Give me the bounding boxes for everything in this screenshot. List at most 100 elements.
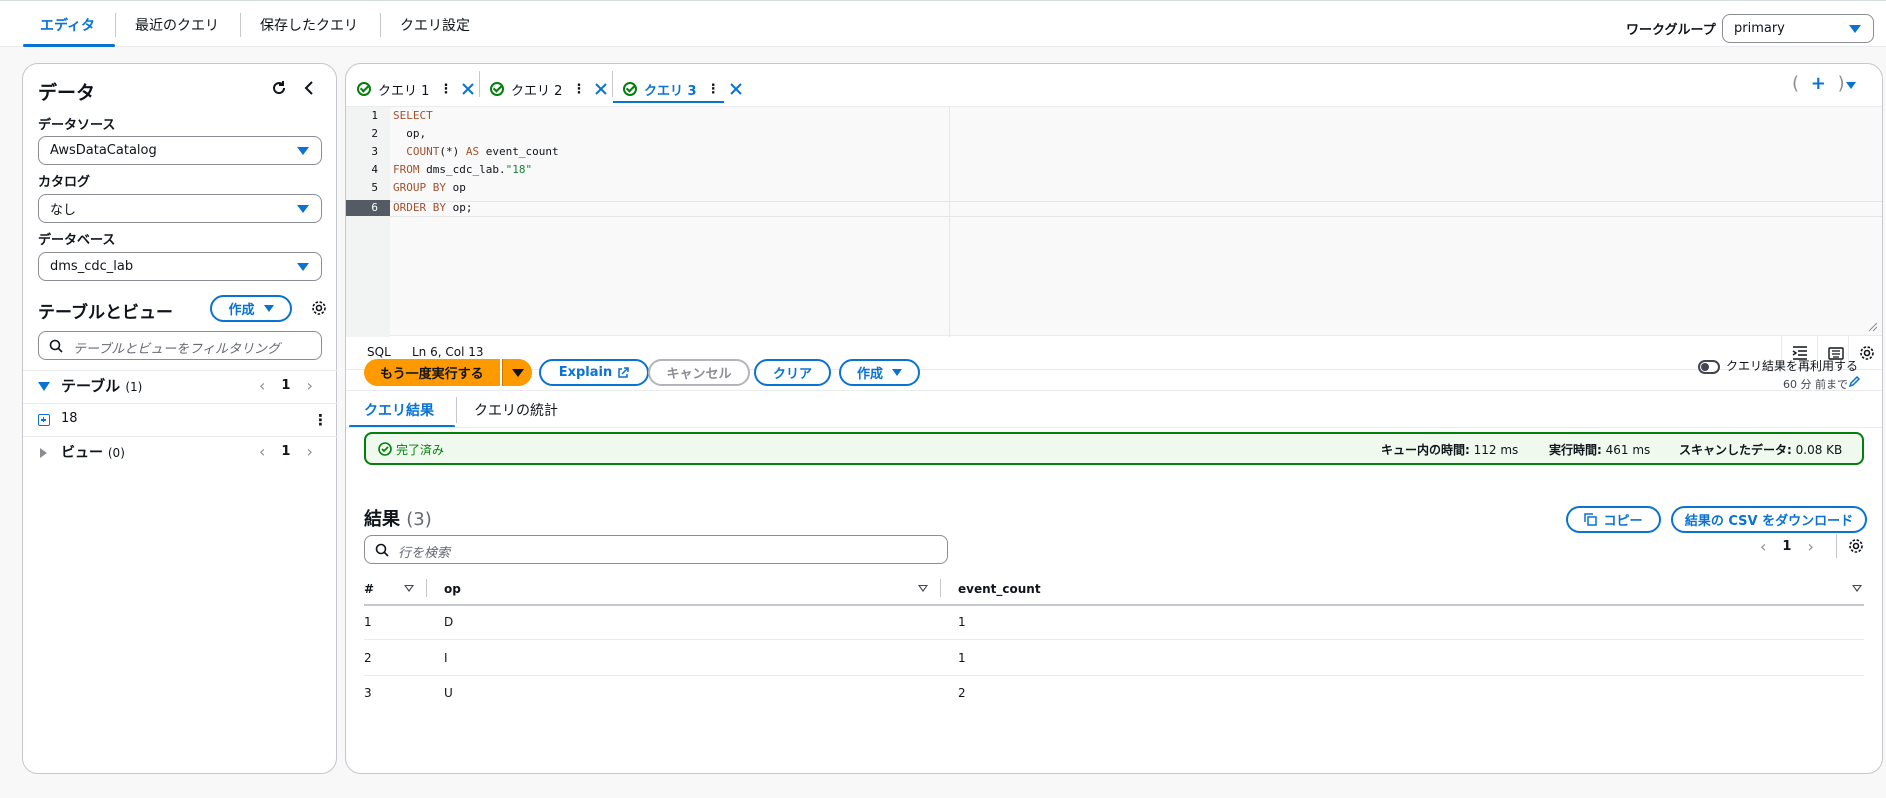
tabs-dropdown-icon[interactable] [1846, 82, 1856, 89]
table-expand-icon[interactable] [38, 414, 50, 426]
line-number: 2 [371, 127, 378, 140]
divider [479, 71, 480, 97]
create-label: 作成 [228, 303, 255, 318]
download-csv-button[interactable]: 結果の CSV をダウンロード [1671, 506, 1867, 533]
success-icon [378, 442, 392, 456]
search-placeholder: 行を検索 [398, 546, 451, 561]
tab-query-settings[interactable]: クエリ設定 [400, 15, 470, 35]
code-line: FROM dms_cdc_lab."18" [393, 163, 533, 176]
cancel-button[interactable]: キャンセル [648, 359, 750, 386]
sort-icon[interactable] [404, 585, 414, 592]
collapse-icon[interactable] [299, 78, 319, 98]
row-divider [364, 639, 1864, 640]
tables-section-label[interactable]: テーブル (1) [61, 375, 142, 396]
chevron-right-icon[interactable]: › [1807, 537, 1813, 556]
check-circle-icon [623, 82, 637, 96]
tab-recent-queries[interactable]: 最近のクエリ [135, 15, 219, 35]
run-options-dropdown[interactable] [502, 359, 532, 386]
check-circle-icon [357, 82, 371, 96]
tab-query-stats[interactable]: クエリの統計 [474, 400, 558, 420]
chevron-left-icon[interactable]: ‹ [259, 376, 265, 395]
divider [1836, 534, 1837, 558]
close-icon[interactable] [729, 83, 742, 95]
tab-menu-icon[interactable]: ⋮ [439, 82, 452, 97]
tab-saved-queries[interactable]: 保存したクエリ [260, 15, 358, 35]
row-search-input[interactable]: 行を検索 [364, 535, 948, 564]
close-icon[interactable] [595, 83, 608, 95]
expand-tables-icon[interactable] [38, 382, 50, 391]
line-gutter: 1 2 3 4 5 6 [346, 107, 390, 337]
views-section-label[interactable]: ビュー (0) [61, 442, 125, 462]
refresh-icon[interactable] [269, 78, 289, 98]
reuse-results-toggle[interactable] [1698, 360, 1720, 374]
clear-button[interactable]: クリア [754, 359, 831, 386]
tab-query-results[interactable]: クエリ結果 [364, 400, 434, 420]
add-tab-icon[interactable]: + [1811, 73, 1826, 94]
divider [346, 427, 1882, 428]
column-divider[interactable] [940, 579, 941, 597]
chevron-right-icon[interactable]: › [306, 376, 312, 395]
sort-icon[interactable] [1852, 585, 1862, 592]
edit-icon[interactable] [1848, 375, 1861, 388]
data-panel: データ データソース AwsDataCatalog カタログ なし データベース… [22, 63, 338, 774]
catalog-value: なし [50, 203, 77, 218]
line-number: 1 [371, 109, 378, 122]
chevron-right-icon[interactable]: › [306, 442, 312, 461]
sql-editor[interactable]: 1 2 3 4 5 6 SELECT op, COUNT(*) AS event… [346, 106, 1882, 337]
divider [23, 436, 338, 437]
table-settings-icon[interactable] [1848, 538, 1864, 554]
code-line: COUNT(*) AS event_count [406, 145, 559, 158]
reuse-results-label: クエリ結果を再利用する [1726, 359, 1859, 373]
datasource-select[interactable]: AwsDataCatalog [38, 136, 322, 165]
table-filter-input[interactable]: テーブルとビューをフィルタリング [38, 331, 322, 360]
datasource-label: データソース [38, 118, 116, 133]
views-page-number[interactable]: 1 [281, 444, 290, 459]
query-tab-label: クエリ 3 [644, 83, 697, 99]
column-divider[interactable] [426, 579, 427, 597]
workgroup-value: primary [1734, 21, 1785, 36]
header-divider [364, 604, 1864, 606]
database-label: データベース [38, 233, 116, 248]
resize-handle-icon[interactable] [1868, 322, 1878, 332]
copy-button[interactable]: コピー [1566, 506, 1661, 533]
tab-menu-icon[interactable]: ⋮ [572, 82, 585, 97]
caret-down-icon [892, 369, 902, 376]
sort-icon[interactable] [918, 585, 928, 592]
chevron-left-icon[interactable]: ‹ [259, 442, 265, 461]
workgroup-select[interactable]: primary [1722, 14, 1874, 43]
results-page-number[interactable]: 1 [1782, 539, 1791, 554]
query-tab-3[interactable]: クエリ 3 ⋮ [623, 74, 742, 104]
code-line: GROUP BY op [393, 181, 466, 194]
create-query-button[interactable]: 作成 [839, 359, 920, 386]
run-again-button[interactable]: もう一度実行する [364, 359, 500, 386]
queue-time: キュー内の時間: 112 ms [1381, 443, 1519, 457]
line-number: 5 [371, 181, 378, 194]
add-tab-group: ( + ) [1792, 73, 1845, 94]
expand-views-icon[interactable] [40, 448, 47, 458]
tab-editor[interactable]: エディタ [40, 15, 95, 35]
database-select[interactable]: dms_cdc_lab [38, 252, 322, 281]
table-item-18[interactable]: 18 [61, 411, 78, 426]
more-options-icon[interactable]: ⋮ [313, 411, 328, 429]
close-icon[interactable] [462, 83, 475, 95]
print-margin [949, 107, 950, 337]
line-number-current: 6 [346, 200, 390, 216]
settings-icon[interactable] [309, 298, 329, 318]
copy-icon [1584, 513, 1598, 526]
query-tab-1[interactable]: クエリ 1 ⋮ [357, 74, 475, 104]
catalog-select[interactable]: なし [38, 194, 322, 223]
column-header-index[interactable]: # [364, 582, 374, 596]
chevron-left-icon[interactable]: ‹ [1760, 537, 1766, 556]
column-header-event-count[interactable]: event_count [958, 582, 1041, 596]
query-tab-label: クエリ 2 [511, 83, 563, 99]
tables-page-number[interactable]: 1 [281, 378, 290, 393]
results-pager: ‹ 1 › [1760, 537, 1814, 556]
top-navigation: エディタ 最近のクエリ 保存したクエリ クエリ設定 ワークグループ primar… [0, 0, 1886, 47]
query-tab-2[interactable]: クエリ 2 ⋮ [490, 74, 608, 104]
create-button[interactable]: 作成 [210, 295, 292, 322]
tab-menu-icon[interactable]: ⋮ [707, 82, 720, 97]
external-link-icon [618, 366, 629, 378]
caret-down-icon [263, 305, 274, 312]
explain-button[interactable]: Explain [539, 359, 649, 386]
column-header-op[interactable]: op [444, 582, 461, 596]
